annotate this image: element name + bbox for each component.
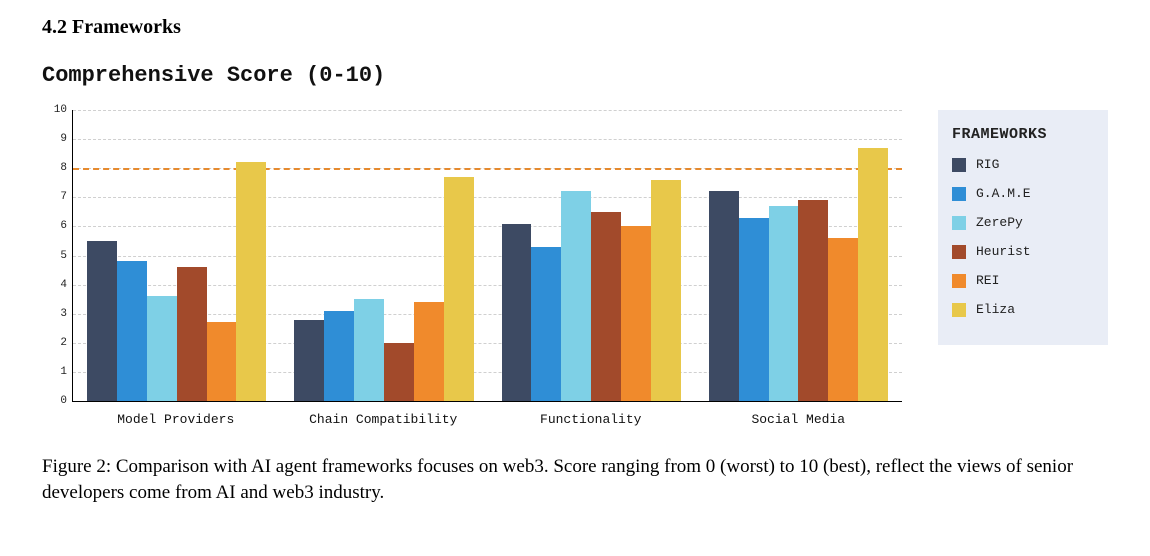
legend-swatch (952, 274, 966, 288)
legend-label: ZerePy (976, 215, 1023, 230)
legend-swatch (952, 303, 966, 317)
bar (354, 299, 384, 401)
bar (769, 206, 799, 401)
bar (324, 311, 354, 401)
legend-item: G.A.M.E (952, 186, 1094, 201)
bar (87, 241, 117, 401)
legend-swatch (952, 158, 966, 172)
x-tick-label: Functionality (487, 406, 695, 436)
y-tick-label: 1 (60, 366, 73, 378)
y-tick-label: 6 (60, 220, 73, 232)
bar (709, 191, 739, 401)
legend-title: FRAMEWORKS (952, 126, 1094, 143)
bar (414, 302, 444, 401)
bar (502, 224, 532, 402)
legend-item: Eliza (952, 302, 1094, 317)
bar (236, 162, 266, 401)
bar (444, 177, 474, 401)
bar (147, 296, 177, 401)
legend-item: ZerePy (952, 215, 1094, 230)
y-tick-label: 3 (60, 308, 73, 320)
chart-title: Comprehensive Score (0-10) (42, 63, 1108, 88)
bar-group (280, 110, 487, 401)
bar (561, 191, 591, 401)
bar (117, 261, 147, 401)
x-tick-label: Social Media (695, 406, 903, 436)
y-tick-label: 4 (60, 279, 73, 291)
bar-group (488, 110, 695, 401)
bar (207, 322, 237, 401)
bar (828, 238, 858, 401)
bar (294, 320, 324, 401)
legend-item: RIG (952, 157, 1094, 172)
figure-caption: Figure 2: Comparison with AI agent frame… (42, 454, 1108, 505)
bar (798, 200, 828, 401)
bar (531, 247, 561, 401)
legend-label: Eliza (976, 302, 1015, 317)
y-tick-label: 2 (60, 337, 73, 349)
legend-label: G.A.M.E (976, 186, 1031, 201)
y-tick-label: 9 (60, 133, 73, 145)
bar (591, 212, 621, 401)
legend-item: REI (952, 273, 1094, 288)
bar (384, 343, 414, 401)
legend-label: Heurist (976, 244, 1031, 259)
y-tick-label: 7 (60, 191, 73, 203)
y-tick-label: 5 (60, 250, 73, 262)
y-tick-label: 10 (54, 104, 73, 116)
legend-label: RIG (976, 157, 999, 172)
bar (621, 226, 651, 401)
chart-plot-area: 012345678910 Model ProvidersChain Compat… (42, 106, 912, 436)
legend-swatch (952, 245, 966, 259)
section-heading: 4.2 Frameworks (42, 16, 1108, 39)
x-tick-label: Model Providers (72, 406, 280, 436)
legend-label: REI (976, 273, 999, 288)
chart-legend: FRAMEWORKS RIG G.A.M.E ZerePy Heurist REI Eli… (938, 110, 1108, 345)
y-tick-label: 8 (60, 162, 73, 174)
legend-item: Heurist (952, 244, 1094, 259)
bar-group (695, 110, 902, 401)
bar (177, 267, 207, 401)
bar (651, 180, 681, 401)
x-tick-label: Chain Compatibility (280, 406, 488, 436)
bar (739, 218, 769, 401)
legend-swatch (952, 216, 966, 230)
legend-swatch (952, 187, 966, 201)
bar-group (73, 110, 280, 401)
figure: Comprehensive Score (0-10) 012345678910 … (42, 63, 1108, 505)
bar (858, 148, 888, 401)
